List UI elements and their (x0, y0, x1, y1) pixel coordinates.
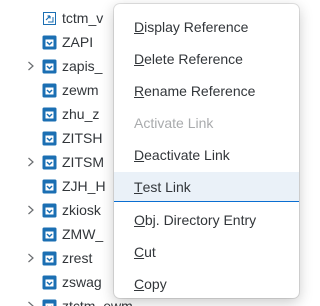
package-icon (42, 83, 57, 98)
package-icon (42, 227, 57, 242)
tree-node-label: ZAPI (62, 34, 94, 50)
package-icon (42, 131, 57, 146)
package-icon (42, 299, 57, 306)
tree-node-label: tctm_v (62, 10, 104, 26)
menu-item-copy[interactable]: Copy (114, 269, 299, 299)
menu-separator (114, 201, 299, 202)
tree-node-label: ZITSH (62, 130, 103, 146)
context-menu: Display Reference Delete Reference Renam… (114, 4, 299, 298)
menu-item-obj-directory-entry[interactable]: Obj. Directory Entry (114, 205, 299, 235)
menu-item-deactivate-link[interactable]: Deactivate Link (114, 140, 299, 170)
menu-item-delete-reference[interactable]: Delete Reference (114, 44, 299, 74)
menu-item-cut[interactable]: Cut (114, 237, 299, 267)
tree-node-label: zapis_ (62, 58, 103, 74)
package-icon (42, 275, 57, 290)
tree-node-label: zkiosk (62, 202, 101, 218)
menu-item-test-link[interactable]: Test Link (114, 172, 299, 202)
tree-node-label: zhu_z (62, 106, 100, 122)
chevron-right-icon[interactable] (26, 246, 36, 270)
tree-node-label: zewm (62, 82, 99, 98)
tree-node-label: ZJH_H (62, 178, 106, 194)
menu-item-activate-link: Activate Link (134, 115, 214, 131)
package-icon (42, 179, 57, 194)
package-icon (42, 35, 57, 50)
chevron-right-icon[interactable] (26, 54, 36, 78)
package-icon (42, 251, 57, 266)
chevron-right-icon[interactable] (26, 294, 36, 306)
package-icon (42, 203, 57, 218)
tree-node-label: zswag (62, 274, 102, 290)
chevron-right-icon[interactable] (26, 150, 36, 174)
document-reference-icon (42, 11, 57, 26)
tree-node-label: ZITSM (62, 154, 104, 170)
package-icon (42, 59, 57, 74)
package-icon (42, 107, 57, 122)
package-icon (42, 155, 57, 170)
chevron-right-icon[interactable] (26, 198, 36, 222)
tree-node-label: zrest (62, 250, 93, 266)
menu-item-display-reference[interactable]: Display Reference (114, 12, 299, 42)
menu-item-rename-reference[interactable]: Rename Reference (114, 76, 299, 106)
tree-node-label: ZMW_ (62, 226, 104, 242)
